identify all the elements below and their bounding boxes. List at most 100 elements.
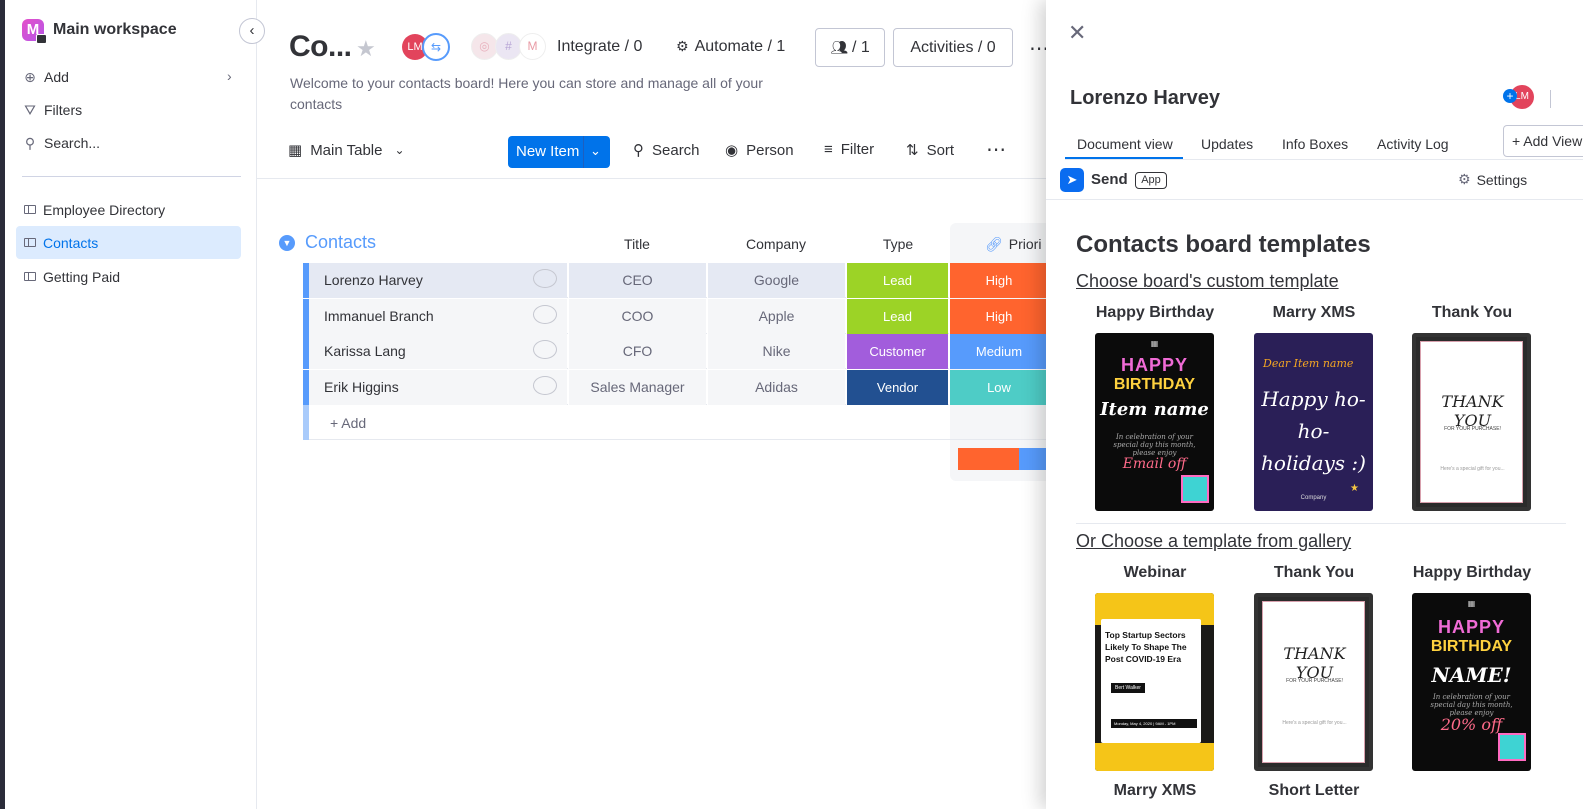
person-icon: ◉ — [725, 142, 739, 159]
integration-icons[interactable]: ◎ # M — [471, 33, 546, 60]
star-icon[interactable]: ★ — [356, 36, 376, 62]
chat-bubble-icon[interactable] — [533, 340, 557, 359]
table-row[interactable]: Immanuel Branch COO Apple Lead High — [303, 298, 1048, 334]
chevron-left-icon: ‹ — [249, 22, 255, 39]
person-filter-button[interactable]: ◉ Person — [725, 141, 794, 160]
item-name-cell[interactable]: Erik Higgins — [309, 369, 567, 405]
table-row[interactable]: Lorenzo Harvey CEO Google Lead High — [303, 263, 1048, 298]
person-label: Person — [746, 141, 794, 159]
board-icon — [24, 205, 36, 214]
sidebar-item-getting-paid[interactable]: Getting Paid — [16, 260, 241, 293]
workspace-logo[interactable]: M — [22, 19, 47, 44]
home-icon — [36, 34, 47, 44]
template-card-webinar[interactable]: Top Startup Sectors Likely To Shape The … — [1095, 593, 1214, 771]
sidebar: M Main workspace ⊕ Add › ⛛ Filters ⚲ Sea… — [5, 0, 257, 809]
template-card-thank-you[interactable]: THANK YOU FOR YOUR PURCHASE! Here's a sp… — [1254, 593, 1373, 771]
tab-document-view[interactable]: Document view — [1077, 136, 1173, 152]
settings-button[interactable]: ⚙ Settings — [1458, 171, 1527, 188]
item-name[interactable]: Lorenzo Harvey — [1070, 87, 1220, 110]
priority-status-cell[interactable]: Medium — [949, 334, 1048, 369]
sidebar-item-employee-directory[interactable]: Employee Directory — [16, 193, 241, 226]
sidebar-item-contacts[interactable]: Contacts — [16, 226, 241, 259]
sidebar-filters[interactable]: ⛛ Filters — [22, 95, 82, 125]
automate-button[interactable]: ⚙ Automate / 1 — [676, 38, 785, 56]
search-icon: ⚲ — [633, 142, 644, 159]
gmail-icon: M — [519, 33, 546, 60]
table-row[interactable]: Karissa Lang CFO Nike Customer Medium — [303, 334, 1048, 369]
item-name[interactable]: Erik Higgins — [324, 379, 399, 395]
item-name-cell[interactable]: Karissa Lang — [309, 334, 567, 369]
integrate-button[interactable]: Integrate / 0 — [557, 38, 642, 56]
integration-avatar-icon[interactable]: ⇆ — [422, 33, 450, 61]
sidebar-add-label: Add — [44, 69, 69, 85]
add-view-button[interactable]: + Add View — [1503, 125, 1583, 157]
template-card-thank-you[interactable]: THANK YOU FOR YOUR PURCHASE! Here's a sp… — [1412, 333, 1531, 511]
group-title[interactable]: Contacts — [305, 232, 376, 253]
split-divider — [583, 136, 584, 168]
view-label: Main Table — [310, 141, 383, 159]
company-cell[interactable]: Adidas — [707, 369, 845, 405]
activities-button[interactable]: Activities / 0 — [893, 28, 1013, 67]
chat-bubble-icon[interactable] — [533, 304, 557, 324]
template-label: Thank You — [1273, 564, 1355, 581]
type-status-cell[interactable]: Lead — [846, 263, 948, 298]
new-item-button[interactable]: New Item ⌄ — [508, 136, 610, 168]
gallery-template-link[interactable]: Or Choose a template from gallery — [1076, 531, 1351, 552]
collapse-sidebar-button[interactable]: ‹ — [239, 18, 265, 44]
title-cell[interactable]: COO — [568, 298, 706, 334]
template-card-happy-birthday[interactable]: ▦ HAPPY BIRTHDAY NAME! In celebration of… — [1412, 593, 1531, 771]
item-name-cell[interactable]: Immanuel Branch — [309, 298, 567, 334]
company-cell[interactable]: Apple — [707, 298, 845, 334]
star-icon: ★ — [1350, 483, 1359, 494]
priority-status-cell[interactable]: Low — [949, 369, 1048, 405]
add-item-row[interactable]: + Add — [303, 405, 1048, 440]
item-name-cell[interactable]: Lorenzo Harvey — [309, 263, 567, 298]
company-cell[interactable]: Nike — [707, 334, 845, 369]
view-selector[interactable]: ▦ Main Table ⌄ — [288, 141, 405, 160]
item-name[interactable]: Karissa Lang — [324, 343, 406, 359]
tab-activity-log[interactable]: Activity Log — [1377, 136, 1449, 152]
item-name[interactable]: Immanuel Branch — [324, 308, 434, 324]
title-cell[interactable]: CEO — [568, 263, 706, 298]
column-header-type[interactable]: Type — [847, 236, 949, 252]
custom-template-link[interactable]: Choose board's custom template — [1076, 271, 1339, 292]
filter-button[interactable]: ≡ Filter — [824, 141, 874, 158]
chat-bubble-icon[interactable] — [533, 269, 557, 288]
template-card-happy-birthday[interactable]: ▦ HAPPY BIRTHDAY Item name In celebratio… — [1095, 333, 1214, 511]
card-name: NAME! — [1431, 663, 1512, 687]
chevron-right-icon[interactable]: › — [227, 68, 232, 84]
priority-status-cell[interactable]: High — [949, 263, 1048, 298]
type-status-cell[interactable]: Vendor — [846, 369, 948, 405]
members-button[interactable]: 👥︎/ 1 — [815, 28, 885, 67]
close-icon[interactable]: ✕ — [1068, 20, 1086, 46]
sidebar-add[interactable]: ⊕ Add — [22, 62, 69, 92]
chat-bubble-icon[interactable] — [533, 375, 557, 395]
type-status-cell[interactable]: Lead — [846, 298, 948, 334]
table-row[interactable]: Erik Higgins Sales Manager Adidas Vendor Low — [303, 369, 1048, 405]
column-header-company[interactable]: Company — [707, 236, 845, 252]
column-header-priority[interactable]: 🔗︎ Priori — [985, 236, 1047, 253]
company-cell[interactable]: Google — [707, 263, 845, 298]
board-title[interactable]: Co... — [289, 30, 352, 64]
column-header-title[interactable]: Title — [568, 236, 706, 252]
chevron-down-icon[interactable]: ⌄ — [590, 143, 601, 159]
tab-info-boxes[interactable]: Info Boxes — [1282, 136, 1348, 152]
type-status-cell[interactable]: Customer — [846, 334, 948, 369]
collapse-group-icon[interactable]: ▼ — [279, 235, 295, 251]
card-headline: BIRTHDAY — [1113, 376, 1196, 393]
card-headline: BIRTHDAY — [1430, 638, 1513, 655]
workspace-title[interactable]: Main workspace — [53, 21, 177, 39]
tab-updates[interactable]: Updates — [1201, 136, 1253, 152]
template-card-marry-xms[interactable]: Dear Item name Happy ho-ho-holidays :) C… — [1254, 333, 1373, 511]
search-label: Search — [652, 141, 700, 159]
more-options-icon[interactable]: ⋯ — [986, 137, 1006, 162]
search-button[interactable]: ⚲ Search — [633, 141, 700, 160]
priority-status-cell[interactable]: High — [949, 298, 1048, 334]
sort-button[interactable]: ⇅ Sort — [906, 141, 954, 160]
title-cell[interactable]: Sales Manager — [568, 369, 706, 405]
add-subscriber-icon[interactable]: + — [1503, 89, 1517, 103]
title-cell[interactable]: CFO — [568, 334, 706, 369]
item-name[interactable]: Lorenzo Harvey — [324, 272, 423, 288]
sidebar-search[interactable]: ⚲ Search... — [22, 128, 100, 158]
priority-summary-bar[interactable] — [958, 448, 1049, 470]
